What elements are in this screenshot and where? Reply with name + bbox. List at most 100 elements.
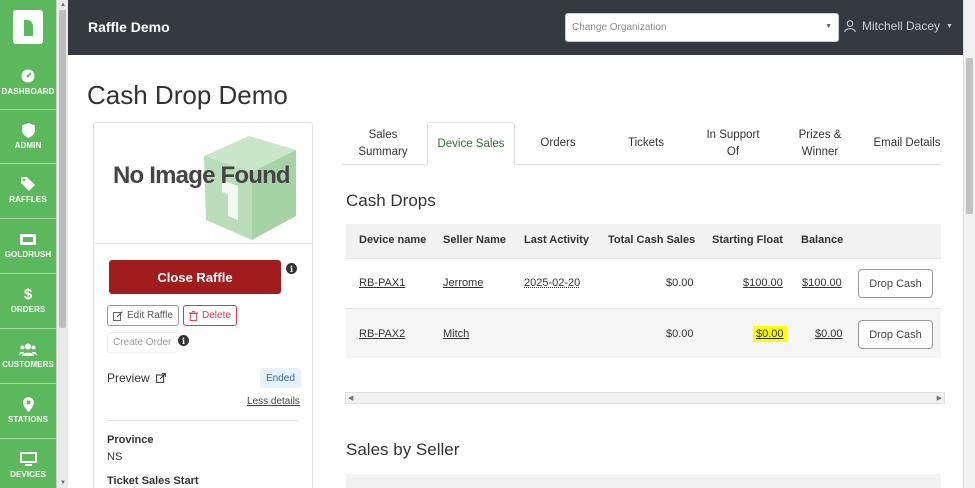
gauge-icon bbox=[21, 68, 35, 84]
raffle-image-placeholder: No Image Found bbox=[94, 123, 312, 244]
table-row: RB-PAX1 Jerrome 2025-02-20 $0.00 $100.00… bbox=[346, 258, 941, 308]
preview-label: Preview bbox=[107, 371, 150, 385]
user-name: Mitchell Dacey bbox=[862, 19, 941, 33]
no-image-text: No Image Found bbox=[113, 162, 291, 189]
column-header: Last Activity bbox=[524, 234, 590, 246]
caret-down-icon: ▼ bbox=[946, 22, 953, 30]
drop-cash-button[interactable]: Drop Cash bbox=[858, 269, 933, 298]
starting-float-link[interactable]: $0.00 bbox=[753, 326, 787, 342]
organization-select-placeholder: Change Organization bbox=[572, 22, 667, 33]
sidebar-item-label: RAFFLES bbox=[9, 195, 47, 204]
sidebar-item-admin[interactable]: ADMIN bbox=[0, 110, 56, 162]
sidebar-item-label: ORDERS bbox=[10, 305, 46, 314]
raffle-tabs: Sales Summary Device Sales Orders Ticket… bbox=[341, 122, 941, 166]
seller-name-link[interactable]: Jerrome bbox=[443, 277, 483, 289]
close-raffle-button[interactable]: Close Raffle bbox=[109, 260, 281, 294]
tab-label: Device Sales bbox=[437, 137, 505, 150]
tab-label: Email Details bbox=[873, 137, 941, 150]
table-horizontal-scrollbar[interactable]: ◀ ▶ bbox=[345, 392, 945, 404]
sidebar-item-raffles[interactable]: RAFFLES bbox=[0, 164, 56, 216]
column-header: Device name bbox=[359, 234, 427, 246]
sidebar-item-label: STATIONS bbox=[7, 415, 49, 424]
organization-select[interactable]: Change Organization ▼ bbox=[565, 13, 839, 42]
total-cash-sales: $0.00 bbox=[666, 277, 694, 289]
tag-icon bbox=[21, 176, 35, 192]
delete-label: Delete bbox=[202, 310, 231, 321]
tab-in-support-of[interactable]: In Support Of bbox=[691, 122, 775, 165]
user-menu[interactable]: Mitchell Dacey ▼ bbox=[844, 19, 953, 33]
device-name-link[interactable]: RB-PAX2 bbox=[359, 328, 405, 340]
scrollbar-thumb[interactable] bbox=[966, 58, 973, 214]
sidebar-item-goldrush[interactable]: GOLDRUSH bbox=[0, 219, 56, 271]
seller-name-link[interactable]: Mitch bbox=[443, 328, 469, 340]
column-header: Starting Float bbox=[712, 234, 783, 246]
scroll-right-icon[interactable]: ▶ bbox=[937, 394, 942, 402]
scroll-down-icon[interactable]: ▼ bbox=[60, 480, 66, 486]
trash-icon bbox=[189, 310, 198, 321]
tab-sales-summary[interactable]: Sales Summary bbox=[341, 122, 425, 165]
chevron-down-icon: ▼ bbox=[825, 23, 832, 30]
sidebar-scrollbar[interactable]: ▲ ▼ bbox=[56, 0, 68, 488]
tab-label: Tickets bbox=[628, 137, 664, 150]
province-label: Province bbox=[107, 434, 154, 446]
map-pin-icon bbox=[22, 396, 34, 412]
tab-orders[interactable]: Orders bbox=[517, 122, 599, 165]
dollar-icon: $ bbox=[23, 285, 33, 303]
app-title[interactable]: Raffle Demo bbox=[88, 19, 170, 35]
info-icon[interactable]: i bbox=[286, 263, 297, 274]
ticket-icon bbox=[20, 231, 36, 247]
info-icon[interactable]: i bbox=[178, 335, 189, 346]
sidebar-item-devices[interactable]: DEVICES bbox=[0, 439, 56, 488]
external-link-icon bbox=[155, 373, 166, 383]
sidebar-item-stations[interactable]: STATIONS bbox=[0, 384, 56, 436]
balance-link[interactable]: $100.00 bbox=[802, 277, 842, 289]
less-details-link[interactable]: Less details bbox=[247, 396, 300, 407]
edit-raffle-label: Edit Raffle bbox=[127, 310, 173, 321]
sidebar-item-label: CUSTOMERS bbox=[2, 360, 54, 369]
sales-by-seller-table-header bbox=[346, 474, 941, 488]
scroll-up-icon[interactable]: ▲ bbox=[60, 2, 66, 8]
edit-icon bbox=[113, 310, 123, 321]
province-value: NS bbox=[107, 451, 123, 463]
delete-button[interactable]: Delete bbox=[183, 305, 237, 326]
tab-label: Prizes & Winner bbox=[798, 129, 842, 158]
top-navbar: Raffle Demo Change Organization ▼ Mitche… bbox=[68, 0, 963, 55]
monitor-icon bbox=[19, 451, 37, 467]
device-name-link[interactable]: RB-PAX1 bbox=[359, 277, 405, 289]
table-row: RB-PAX2 Mitch $0.00 $0.00 $0.00 Drop Cas… bbox=[346, 308, 941, 358]
starting-float-link[interactable]: $100.00 bbox=[743, 277, 783, 289]
edit-raffle-button[interactable]: Edit Raffle bbox=[107, 305, 179, 326]
scrollbar-thumb[interactable] bbox=[59, 10, 66, 328]
page-scrollbar[interactable] bbox=[963, 0, 975, 488]
balance-link[interactable]: $0.00 bbox=[815, 328, 843, 340]
column-header: Seller Name bbox=[443, 234, 506, 246]
sidebar-item-customers[interactable]: CUSTOMERS bbox=[0, 329, 56, 381]
sidebar-item-label: DASHBOARD bbox=[1, 87, 55, 96]
create-order-button[interactable]: Create Order bbox=[107, 332, 178, 353]
ticket-sales-start-label: Ticket Sales Start bbox=[107, 475, 199, 487]
last-activity: 2025-02-20 bbox=[524, 277, 581, 289]
total-cash-sales: $0.00 bbox=[666, 328, 694, 340]
divider bbox=[107, 420, 299, 421]
preview-link[interactable]: Preview bbox=[107, 371, 166, 385]
column-header: Balance bbox=[801, 234, 844, 246]
tab-label: Orders bbox=[540, 137, 576, 150]
tab-device-sales[interactable]: Device Sales bbox=[427, 122, 515, 166]
sidebar-item-dashboard[interactable]: DASHBOARD bbox=[0, 56, 56, 108]
cash-drops-title: Cash Drops bbox=[346, 191, 436, 210]
sidebar-item-label: GOLDRUSH bbox=[4, 250, 52, 259]
tab-email-details[interactable]: Email Details bbox=[867, 122, 947, 165]
table-header: Device name Seller Name Last Activity To… bbox=[346, 224, 941, 258]
sidebar-item-orders[interactable]: $ ORDERS bbox=[0, 274, 56, 326]
tab-prizes-winner[interactable]: Prizes & Winner bbox=[777, 122, 863, 165]
column-header: Total Cash Sales bbox=[608, 234, 696, 246]
drop-cash-button[interactable]: Drop Cash bbox=[858, 320, 933, 349]
tab-label: Sales Summary bbox=[358, 129, 408, 158]
scroll-left-icon[interactable]: ◀ bbox=[348, 394, 353, 402]
page-title: Cash Drop Demo bbox=[87, 80, 288, 110]
users-icon bbox=[19, 341, 37, 357]
shield-icon bbox=[21, 122, 35, 138]
raffle-card: No Image Found Close Raffle i Edit Raffl… bbox=[93, 122, 313, 488]
tab-tickets[interactable]: Tickets bbox=[603, 122, 689, 165]
brand-logo[interactable] bbox=[0, 0, 56, 54]
